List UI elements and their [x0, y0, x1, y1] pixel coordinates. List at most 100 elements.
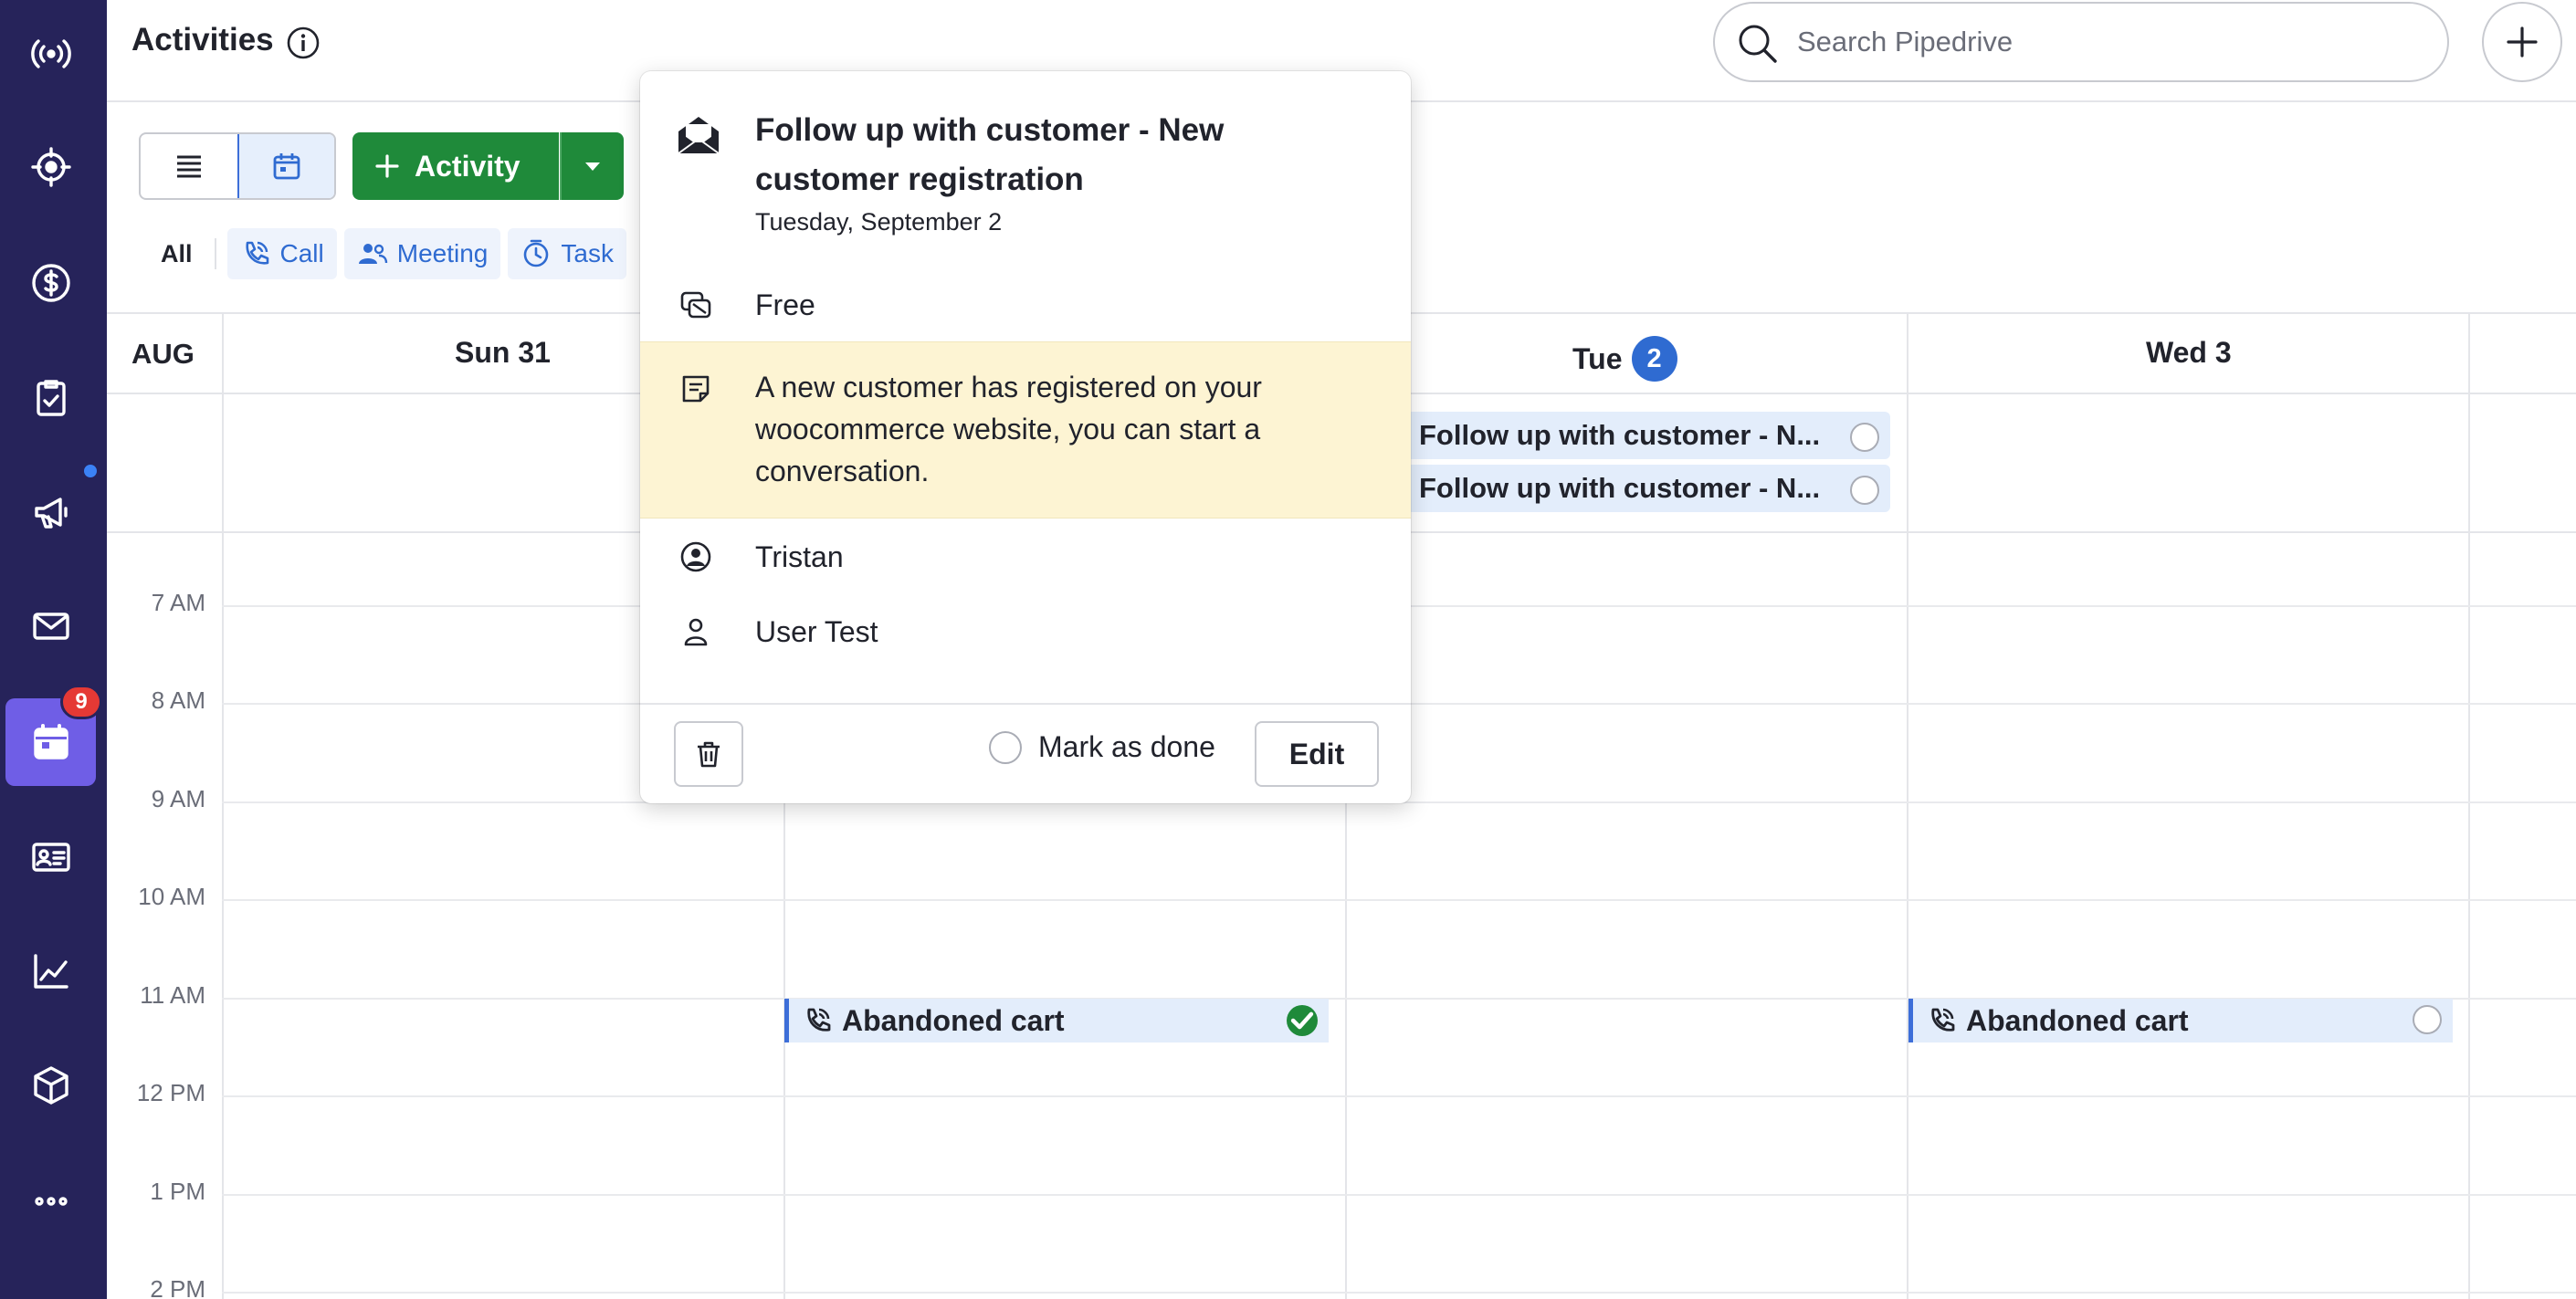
hour-line — [222, 899, 2576, 901]
add-activity-label: Activity — [415, 149, 520, 183]
activity-details-popover: Follow up with customer - New customer r… — [640, 71, 1411, 803]
allday-event-title: Follow up with customer - N... — [1419, 419, 1821, 451]
popover-date: Tuesday, September 2 — [755, 208, 1003, 236]
filter-separator — [214, 238, 216, 269]
box-icon — [33, 1066, 68, 1105]
allday-event-title: Follow up with customer - N... — [1419, 472, 1821, 504]
filter-all[interactable]: All — [139, 228, 215, 279]
filter-call[interactable]: Call — [226, 228, 337, 279]
day-header-sun[interactable]: Sun 31 — [455, 336, 551, 370]
done-check[interactable] — [1287, 1005, 1318, 1036]
add-activity-dropdown[interactable] — [560, 132, 624, 200]
popover-title: Follow up with customer - New customer r… — [755, 112, 1225, 197]
allday-event[interactable]: Follow up with customer - N... — [1406, 465, 1890, 512]
mail-icon — [32, 613, 69, 640]
add-activity-button[interactable]: Activity — [352, 132, 559, 200]
more-icon — [34, 1197, 68, 1206]
filter-meeting-label: Meeting — [396, 239, 489, 267]
month-label: AUG — [131, 338, 195, 370]
timed-event-title: Abandoned cart — [1966, 1003, 2189, 1037]
note-icon — [682, 375, 710, 403]
activity-type-filters: All Call Meeting Task — [139, 228, 634, 279]
activities-count-badge: 9 — [60, 685, 102, 719]
plus-icon — [2507, 26, 2538, 58]
person-row[interactable]: Tristan — [640, 531, 1411, 582]
info-icon[interactable] — [286, 26, 321, 60]
view-toggle — [139, 132, 336, 200]
column-divider — [222, 312, 224, 1299]
delete-activity-button[interactable] — [674, 721, 743, 787]
hour-line — [222, 1292, 2576, 1294]
edit-activity-button[interactable]: Edit — [1255, 721, 1379, 787]
time-label: 8 AM — [151, 686, 205, 714]
list-icon — [177, 155, 201, 178]
owner-row: User Test — [640, 606, 1411, 657]
calendar-icon — [33, 724, 68, 759]
note-text: A new customer has registered on your wo… — [755, 371, 1262, 487]
day-header-label: Tue — [1572, 341, 1623, 375]
sidebar-item-insights[interactable] — [5, 927, 96, 1015]
caret-down-icon — [585, 162, 600, 171]
user-icon — [684, 618, 708, 646]
day-header-label: Wed 3 — [2146, 336, 2232, 369]
plus-icon — [375, 154, 399, 178]
owner-name: User Test — [755, 614, 878, 648]
calendar-view-icon — [273, 153, 300, 180]
email-open-icon — [678, 117, 720, 154]
time-label: 12 PM — [136, 1079, 205, 1106]
time-label: 11 AM — [140, 981, 205, 1009]
filter-meeting[interactable]: Meeting — [343, 228, 501, 279]
availability-text: Free — [755, 288, 815, 321]
list-view-button[interactable] — [141, 134, 237, 198]
phone-icon — [1931, 1008, 1955, 1032]
sidebar-item-projects[interactable] — [5, 354, 96, 442]
sidebar-item-contacts[interactable] — [5, 813, 96, 901]
activity-note: A new customer has registered on your wo… — [640, 341, 1411, 519]
phone-icon — [807, 1008, 831, 1032]
mark-done-toggle[interactable] — [2413, 1005, 2442, 1034]
trash-icon — [698, 741, 720, 768]
allday-event[interactable]: Follow up with customer - N... — [1406, 412, 1890, 459]
quick-add-button[interactable] — [2482, 2, 2562, 82]
sidebar-item-deals[interactable] — [5, 239, 96, 327]
contact-card-icon — [31, 843, 70, 872]
time-label: 2 PM — [150, 1275, 205, 1299]
people-icon — [358, 244, 387, 264]
sidebar-item-radar[interactable] — [5, 10, 96, 98]
timed-event[interactable]: Abandoned cart — [784, 999, 1329, 1042]
clock-icon — [524, 239, 549, 267]
phone-icon — [246, 241, 268, 265]
person-circle-icon — [680, 541, 711, 572]
person-name[interactable]: Tristan — [755, 540, 844, 574]
search-icon — [1739, 25, 1777, 63]
target-icon — [30, 147, 71, 187]
sidebar-item-more[interactable] — [5, 1158, 96, 1245]
mark-as-done-toggle[interactable]: Mark as done — [989, 730, 1215, 764]
timed-event[interactable]: Abandoned cart — [1908, 999, 2453, 1042]
time-label: 10 AM — [138, 883, 205, 910]
today-date-badge: 2 — [1631, 336, 1677, 382]
time-label: 9 AM — [151, 785, 205, 812]
sidebar-item-mail[interactable] — [5, 582, 96, 670]
filter-task-label: Task — [561, 239, 614, 267]
sidebar-item-products[interactable] — [5, 1042, 96, 1129]
sidebar: 9 — [0, 0, 107, 1299]
availability-row: Free — [640, 279, 1411, 330]
filter-task[interactable]: Task — [508, 228, 626, 279]
mark-done-toggle[interactable] — [1850, 423, 1879, 452]
calendar-view-button[interactable] — [237, 134, 334, 198]
mark-done-label: Mark as done — [1038, 730, 1215, 763]
sidebar-item-campaigns[interactable] — [5, 468, 96, 556]
day-header-wed[interactable]: Wed 3 — [2146, 336, 2232, 370]
day-header-tue[interactable]: Tue 2 — [1572, 336, 1677, 382]
clipboard-check-icon — [36, 380, 66, 416]
sidebar-item-leads[interactable] — [5, 123, 96, 211]
popover-footer: Mark as done Edit — [640, 703, 1411, 803]
mark-done-toggle[interactable] — [1850, 476, 1879, 505]
search-input[interactable] — [1797, 15, 2427, 69]
hour-line — [222, 1095, 2576, 1097]
timed-event-title: Abandoned cart — [842, 1003, 1065, 1037]
mark-done-checkbox[interactable] — [989, 730, 1022, 764]
chart-icon — [33, 954, 68, 989]
search-box[interactable] — [1713, 2, 2449, 82]
